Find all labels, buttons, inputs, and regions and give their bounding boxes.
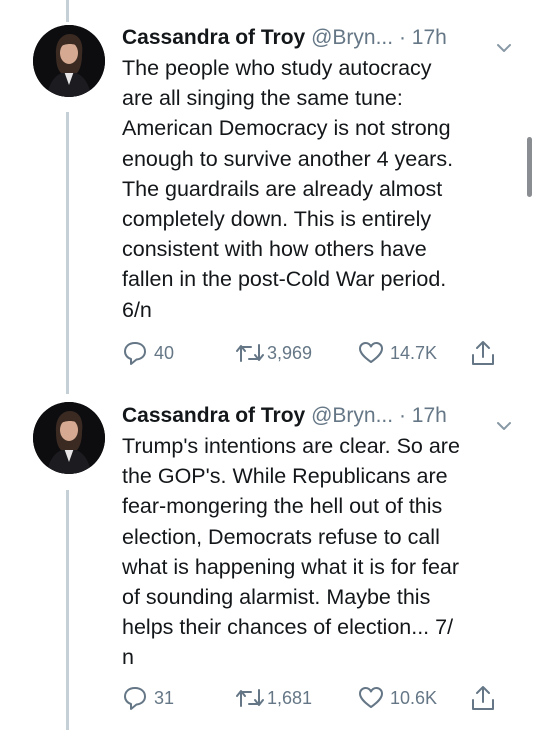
reply-icon <box>122 685 148 711</box>
share-button[interactable] <box>470 338 496 368</box>
share-icon <box>470 339 496 367</box>
share-icon <box>470 684 496 712</box>
timestamp[interactable]: 17h <box>412 404 447 427</box>
tweet-7-of-n[interactable]: Cassandra of Troy @Bryn... · 17h Trump's… <box>0 400 540 730</box>
tweet-text: The people who study autocracy are all s… <box>122 56 454 322</box>
display-name[interactable]: Cassandra of Troy <box>122 404 305 427</box>
reply-count: 31 <box>154 687 175 708</box>
separator-dot: · <box>398 404 406 427</box>
share-button[interactable] <box>470 683 496 713</box>
action-bar: 40 3,969 14.7K <box>122 338 517 368</box>
retweet-count: 1,681 <box>267 687 313 708</box>
heart-icon <box>358 341 384 365</box>
tweet-6-of-n[interactable]: Cassandra of Troy @Bryn... · 17h The peo… <box>0 22 540 382</box>
user-handle[interactable]: @Bryn... <box>311 26 393 49</box>
like-count: 10.6K <box>390 687 438 708</box>
tweet-header: Cassandra of Troy @Bryn... · 17h <box>122 400 522 432</box>
retweet-icon <box>235 341 265 365</box>
reply-button[interactable]: 31 <box>122 683 174 713</box>
user-handle[interactable]: @Bryn... <box>311 404 393 427</box>
reply-button[interactable]: 40 <box>122 338 174 368</box>
display-name[interactable]: Cassandra of Troy <box>122 26 305 49</box>
tweet-header: Cassandra of Troy @Bryn... · 17h <box>122 22 522 54</box>
thread-line-top <box>66 0 69 22</box>
chevron-down-icon[interactable] <box>496 32 512 52</box>
reply-icon <box>122 340 148 366</box>
avatar[interactable] <box>33 25 105 97</box>
retweet-icon <box>235 686 265 710</box>
timestamp[interactable]: 17h <box>412 26 447 49</box>
retweet-button[interactable]: 1,681 <box>235 683 312 713</box>
like-button[interactable]: 14.7K <box>358 338 437 368</box>
heart-icon <box>358 686 384 710</box>
tweet-text: Trump's intentions are clear. So are the… <box>122 434 460 670</box>
retweet-count: 3,969 <box>267 342 313 363</box>
separator-dot: · <box>398 26 406 49</box>
like-button[interactable]: 10.6K <box>358 683 437 713</box>
reply-count: 40 <box>154 342 175 363</box>
avatar[interactable] <box>33 402 105 474</box>
action-bar: 31 1,681 10.6K <box>122 683 517 713</box>
like-count: 14.7K <box>390 342 438 363</box>
retweet-button[interactable]: 3,969 <box>235 338 312 368</box>
chevron-down-icon[interactable] <box>496 410 512 430</box>
